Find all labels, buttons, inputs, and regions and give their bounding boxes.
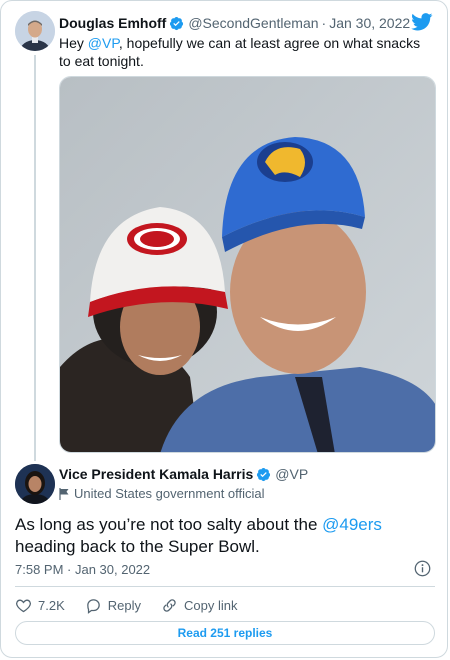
quote-text-suffix: heading back to the Super Bowl. bbox=[15, 537, 260, 556]
heart-icon bbox=[16, 599, 31, 612]
flag-icon bbox=[59, 487, 69, 500]
reply-button[interactable]: Reply bbox=[85, 597, 141, 614]
mention-link[interactable]: @VP bbox=[88, 35, 119, 51]
quote-header: Vice President Kamala Harris @VP bbox=[59, 466, 308, 482]
embedded-tweet-card: Douglas Emhoff @SecondGentleman · Jan 30… bbox=[0, 0, 448, 658]
reply-label: Reply bbox=[107, 597, 141, 613]
quote-author-handle[interactable]: @VP bbox=[275, 466, 308, 482]
info-icon[interactable] bbox=[414, 560, 431, 577]
verified-badge-icon bbox=[257, 467, 271, 481]
quote-author-name[interactable]: Vice President Kamala Harris bbox=[59, 466, 253, 482]
copy-link-button[interactable]: Copy link bbox=[161, 597, 237, 614]
affiliation-text: United States government official bbox=[74, 486, 265, 501]
like-count: 7.2K bbox=[38, 597, 65, 613]
quote-text-prefix: As long as you’re not too salty about th… bbox=[15, 515, 323, 534]
author-handle[interactable]: @SecondGentleman bbox=[188, 15, 318, 31]
twitter-bird-icon[interactable] bbox=[411, 13, 433, 31]
selfie-image bbox=[60, 77, 435, 452]
verified-badge-icon bbox=[170, 16, 184, 30]
tweet-timestamp[interactable]: 7:58 PM · Jan 30, 2022 bbox=[15, 562, 150, 577]
author-name[interactable]: Douglas Emhoff bbox=[59, 15, 166, 31]
affiliation-label: United States government official bbox=[59, 486, 265, 501]
tweet-text-prefix: Hey bbox=[59, 35, 88, 51]
author-avatar[interactable] bbox=[15, 11, 55, 51]
divider bbox=[15, 586, 435, 587]
mention-link[interactable]: @49ers bbox=[322, 515, 382, 534]
tweet-date[interactable]: Jan 30, 2022 bbox=[329, 15, 410, 31]
link-icon bbox=[163, 598, 176, 612]
quote-author-avatar[interactable] bbox=[15, 464, 55, 504]
like-button[interactable]: 7.2K bbox=[15, 597, 65, 614]
thread-line bbox=[34, 55, 36, 461]
tweet-header: Douglas Emhoff @SecondGentleman · Jan 30… bbox=[59, 13, 410, 33]
reply-bubble-icon bbox=[86, 598, 100, 614]
copy-link-label: Copy link bbox=[184, 597, 238, 613]
tweet-photo[interactable] bbox=[59, 76, 436, 453]
header-separator: · bbox=[321, 15, 327, 31]
quote-text: As long as you’re not too salty about th… bbox=[15, 514, 435, 558]
read-replies-button[interactable]: Read 251 replies bbox=[15, 621, 435, 645]
action-bar: 7.2K Reply Copy link bbox=[15, 595, 257, 615]
tweet-text: Hey @VP, hopefully we can at least agree… bbox=[59, 34, 429, 70]
